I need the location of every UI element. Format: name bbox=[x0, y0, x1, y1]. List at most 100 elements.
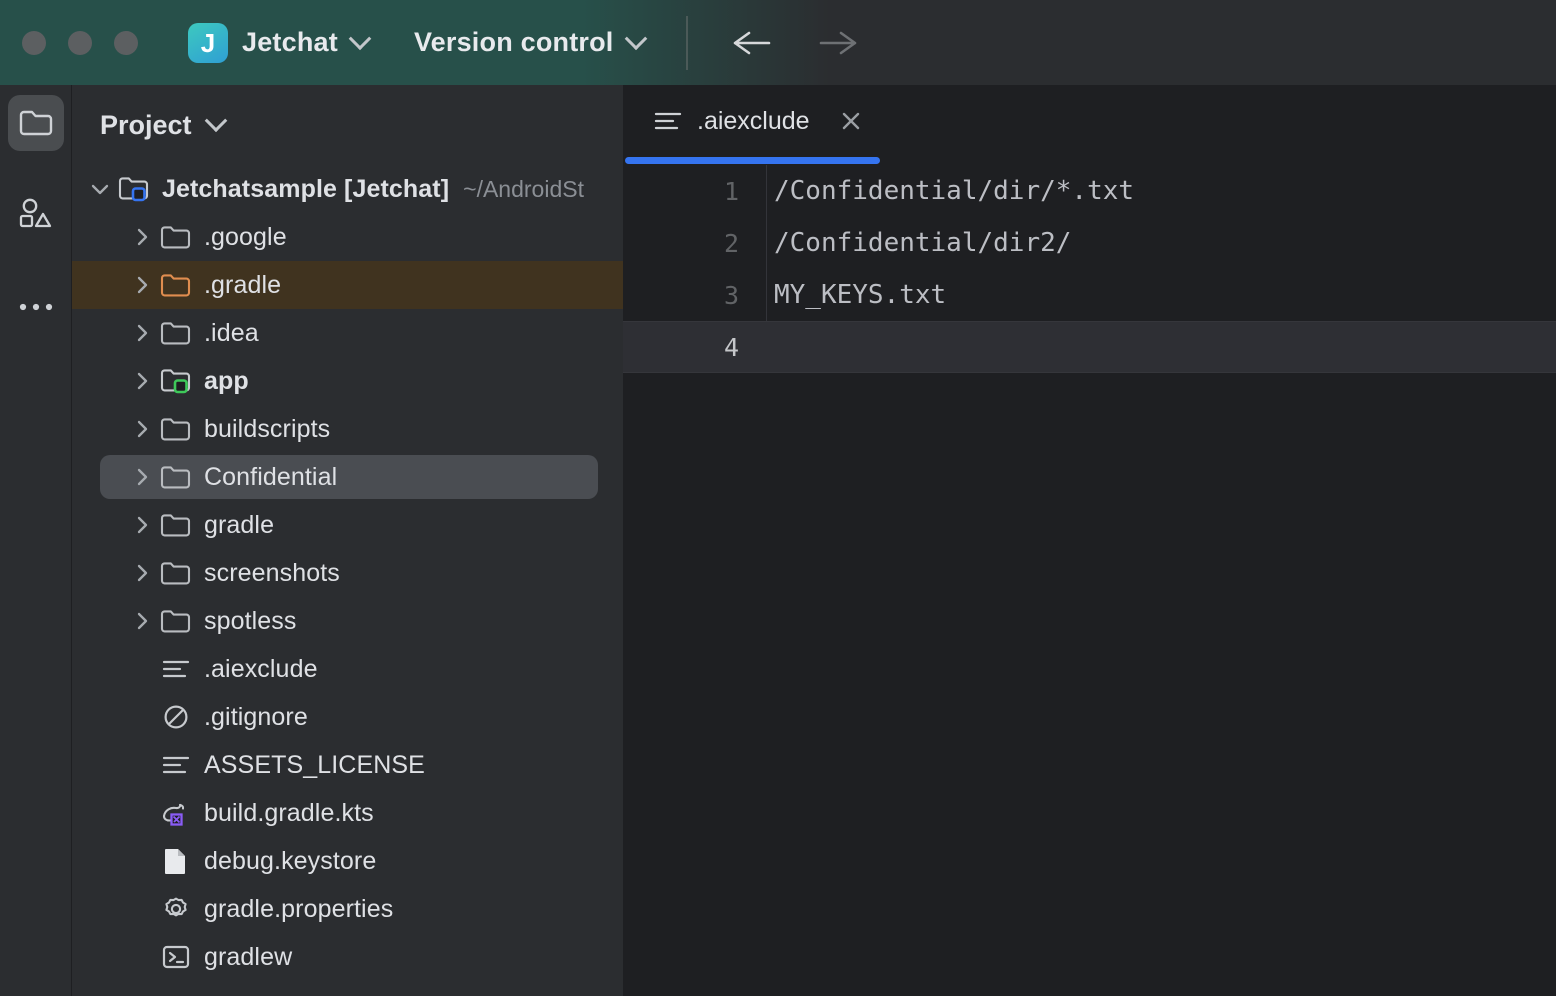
close-icon[interactable] bbox=[838, 108, 864, 134]
tree-row-buildscripts[interactable]: buildscripts bbox=[72, 405, 623, 453]
editor-area: .aiexclude 1/Confidential/dir/*.txt2/Con… bbox=[623, 85, 1556, 996]
navigation-arrows bbox=[722, 17, 868, 69]
navigate-forward-button[interactable] bbox=[808, 17, 868, 69]
tree-row-path: ~/AndroidSt bbox=[463, 176, 584, 203]
chevron-right-icon[interactable] bbox=[128, 466, 156, 488]
chevron-down-icon bbox=[204, 109, 227, 132]
version-control-selector[interactable]: Version control bbox=[414, 27, 644, 58]
tree-row-confidential[interactable]: Confidential bbox=[72, 453, 623, 501]
folder-icon bbox=[18, 108, 54, 138]
tree-row-label: .gradle bbox=[204, 271, 281, 300]
tree-row-label: build.gradle.kts bbox=[204, 799, 374, 828]
chevron-down-icon bbox=[349, 27, 372, 50]
folder-icon bbox=[156, 512, 196, 538]
chevron-right-icon[interactable] bbox=[128, 610, 156, 632]
zoom-window-button[interactable] bbox=[114, 31, 138, 55]
tree-row-jetchatsample-jetchat[interactable]: Jetchatsample [Jetchat] ~/AndroidSt bbox=[72, 165, 623, 213]
editor-line[interactable]: 2/Confidential/dir2/ bbox=[623, 217, 1556, 269]
code-line-text: MY_KEYS.txt bbox=[766, 280, 946, 310]
project-name-label: Jetchat bbox=[242, 27, 338, 58]
tree-row-gradlew[interactable]: gradlew bbox=[72, 933, 623, 981]
project-tree: Jetchatsample [Jetchat] ~/AndroidSt .googl… bbox=[72, 165, 623, 981]
panel-title: Project bbox=[100, 110, 192, 141]
tree-row-spotless[interactable]: spotless bbox=[72, 597, 623, 645]
active-tab-indicator bbox=[625, 157, 880, 164]
tree-row-google[interactable]: .google bbox=[72, 213, 623, 261]
chevron-down-icon[interactable] bbox=[86, 178, 114, 200]
folder-icon bbox=[156, 416, 196, 442]
minimize-window-button[interactable] bbox=[68, 31, 92, 55]
ellipsis-icon bbox=[18, 302, 54, 312]
line-number: 4 bbox=[623, 333, 766, 362]
code-editor[interactable]: 1/Confidential/dir/*.txt2/Confidential/d… bbox=[623, 165, 1556, 373]
generic-file-icon bbox=[156, 847, 196, 875]
tree-row-screenshots[interactable]: screenshots bbox=[72, 549, 623, 597]
tree-row-label: gradle bbox=[204, 511, 274, 540]
editor-line[interactable]: 3MY_KEYS.txt bbox=[623, 269, 1556, 321]
text-file-icon bbox=[653, 109, 683, 133]
editor-caret-line[interactable]: 4 bbox=[623, 321, 1556, 373]
chevron-right-icon[interactable] bbox=[128, 562, 156, 584]
tree-row-label: gradlew bbox=[204, 943, 292, 972]
tree-row-assets-license[interactable]: ASSETS_LICENSE bbox=[72, 741, 623, 789]
toolbar-divider bbox=[686, 16, 688, 70]
line-number: 3 bbox=[623, 281, 766, 310]
ide-window: J Jetchat Version control bbox=[0, 0, 1556, 996]
code-line-text: /Confidential/dir/*.txt bbox=[766, 176, 1134, 206]
navigate-back-button[interactable] bbox=[722, 17, 782, 69]
tree-row-aiexclude[interactable]: .aiexclude bbox=[72, 645, 623, 693]
project-selector[interactable]: J Jetchat bbox=[188, 23, 368, 63]
folder-module-green-icon bbox=[156, 367, 196, 395]
sidebar-item-compose-preview[interactable] bbox=[8, 185, 64, 241]
editor-line[interactable]: 1/Confidential/dir/*.txt bbox=[623, 165, 1556, 217]
tree-row-gitignore[interactable]: .gitignore bbox=[72, 693, 623, 741]
tool-window-strip bbox=[0, 85, 72, 996]
line-number: 2 bbox=[623, 229, 766, 258]
chevron-right-icon[interactable] bbox=[128, 418, 156, 440]
properties-file-icon bbox=[156, 895, 196, 923]
shapes-icon bbox=[18, 197, 54, 229]
project-panel-header[interactable]: Project bbox=[72, 85, 623, 165]
tree-row-label: Jetchatsample [Jetchat] bbox=[162, 175, 449, 204]
chevron-right-icon[interactable] bbox=[128, 322, 156, 344]
title-bar: J Jetchat Version control bbox=[0, 0, 1556, 85]
more-tool-windows-button[interactable] bbox=[8, 279, 64, 335]
tree-row-gradle[interactable]: .gradle bbox=[72, 261, 623, 309]
gradle-kotlin-file-icon bbox=[156, 799, 196, 827]
tree-row-gradle-properties[interactable]: gradle.properties bbox=[72, 885, 623, 933]
editor-tab-bar: .aiexclude bbox=[623, 85, 1556, 165]
text-file-icon bbox=[156, 656, 196, 682]
project-badge-icon: J bbox=[188, 23, 228, 63]
chevron-right-icon[interactable] bbox=[128, 370, 156, 392]
editor-tab-aiexclude[interactable]: .aiexclude bbox=[623, 85, 1556, 157]
chevron-right-icon[interactable] bbox=[128, 514, 156, 536]
version-control-label: Version control bbox=[414, 27, 614, 58]
project-tool-window: Project Jetchatsample [Jetchat] ~/Android… bbox=[72, 85, 623, 996]
code-line-text: /Confidential/dir2/ bbox=[766, 228, 1071, 258]
tree-row-label: app bbox=[204, 367, 249, 396]
tree-row-label: ASSETS_LICENSE bbox=[204, 751, 425, 780]
tree-row-app[interactable]: app bbox=[72, 357, 623, 405]
folder-icon bbox=[156, 464, 196, 490]
tree-row-label: spotless bbox=[204, 607, 297, 636]
folder-orange-icon bbox=[156, 272, 196, 298]
tree-row-debug-keystore[interactable]: debug.keystore bbox=[72, 837, 623, 885]
tree-row-label: .aiexclude bbox=[204, 655, 318, 684]
chevron-down-icon bbox=[624, 27, 647, 50]
tree-row-label: debug.keystore bbox=[204, 847, 376, 876]
shell-script-icon bbox=[156, 943, 196, 971]
tree-row-label: .gitignore bbox=[204, 703, 308, 732]
folder-icon bbox=[156, 224, 196, 250]
chevron-right-icon[interactable] bbox=[128, 226, 156, 248]
chevron-right-icon[interactable] bbox=[128, 274, 156, 296]
tree-row-gradle[interactable]: gradle bbox=[72, 501, 623, 549]
close-window-button[interactable] bbox=[22, 31, 46, 55]
folder-module-blue-icon bbox=[114, 175, 154, 203]
tree-row-idea[interactable]: .idea bbox=[72, 309, 623, 357]
sidebar-item-project[interactable] bbox=[8, 95, 64, 151]
tree-row-label: screenshots bbox=[204, 559, 340, 588]
line-number: 1 bbox=[623, 177, 766, 206]
tree-row-build-gradle-kts[interactable]: build.gradle.kts bbox=[72, 789, 623, 837]
folder-icon bbox=[156, 560, 196, 586]
tree-row-label: Confidential bbox=[204, 463, 337, 492]
